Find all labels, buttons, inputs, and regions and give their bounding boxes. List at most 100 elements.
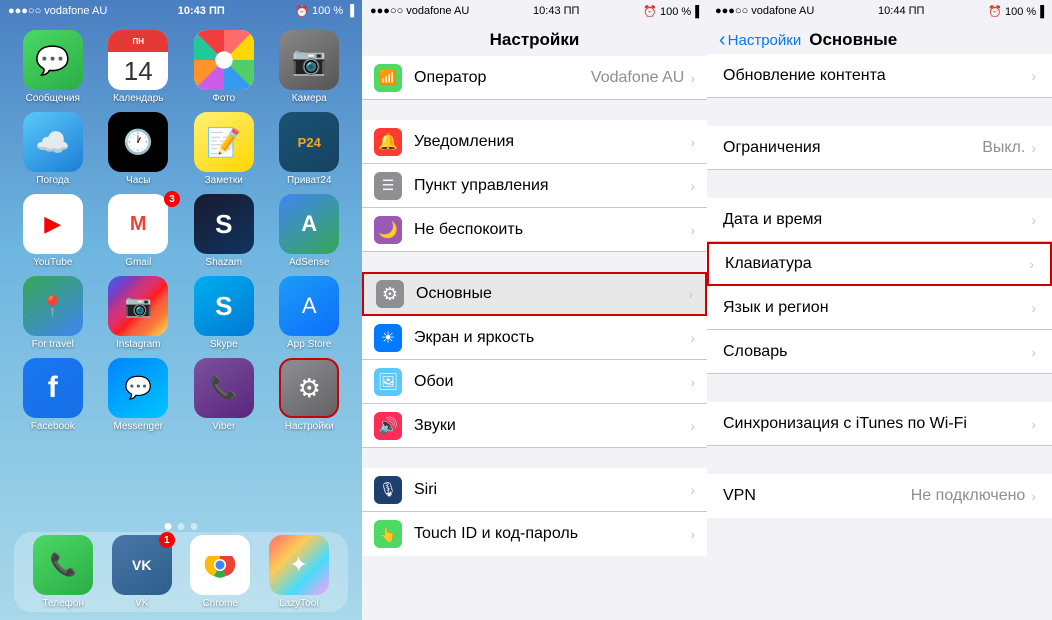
general-row-restrictions[interactable]: Ограничения Выкл. ›	[707, 126, 1052, 170]
app-youtube[interactable]: ▶ YouTube	[14, 194, 92, 268]
chrome-icon	[190, 535, 250, 595]
operator-chevron: ›	[690, 70, 695, 86]
app-notes[interactable]: 📝 Заметки	[185, 112, 263, 186]
touchid-chevron: ›	[690, 526, 695, 542]
app-facebook[interactable]: f Facebook	[14, 358, 92, 432]
settings-row-donotdisturb[interactable]: 🌙 Не беспокоить ›	[362, 208, 707, 252]
general-chevron: ›	[688, 286, 693, 302]
app-calendar[interactable]: ПН 14 Календарь	[100, 30, 178, 104]
notifications-chevron: ›	[690, 134, 695, 150]
itunes-wifi-label: Синхронизация с iTunes по Wi-Fi	[723, 415, 1031, 433]
app-clock[interactable]: 🕐 Часы	[100, 112, 178, 186]
back-button[interactable]: ‹ Настройки	[719, 30, 801, 50]
settings-list: 📶 Оператор Vodafone AU › 🔔 Уведомления ›…	[362, 56, 707, 620]
settings-row-display[interactable]: ☀ Экран и яркость ›	[362, 316, 707, 360]
home-battery: ⏰ 100 % ▐	[295, 5, 354, 18]
general-row-itunes-wifi[interactable]: Синхронизация с iTunes по Wi-Fi ›	[707, 402, 1052, 446]
sounds-label: Звуки	[414, 417, 690, 435]
home-screen: ●●●○○ vodafone AU 10:43 ПП ⏰ 100 % ▐ 💬 С…	[0, 0, 362, 620]
back-label: Настройки	[728, 32, 802, 49]
dock-phone[interactable]: 📞 Телефон	[33, 535, 93, 609]
battery-icon: ▐	[346, 5, 354, 17]
section-gap-2	[362, 252, 707, 272]
app-privat24[interactable]: P24 Приват24	[271, 112, 349, 186]
dock-lazytool[interactable]: ✦ LazyTool	[269, 535, 329, 609]
app-gmail[interactable]: M 3 Gmail	[100, 194, 178, 268]
lazytool-label: LazyTool	[279, 598, 318, 609]
general-gap-2	[707, 170, 1052, 198]
settings-carrier: ●●●○○ vodafone AU	[370, 5, 469, 17]
privat24-label: Приват24	[287, 175, 332, 186]
gmail-badge: 3	[164, 191, 180, 207]
general-carrier: ●●●○○ vodafone AU	[715, 5, 814, 17]
general-status-bar: ●●●○○ vodafone AU 10:44 ПП ⏰ 100 %▐	[707, 0, 1052, 22]
app-instagram[interactable]: 📷 Instagram	[100, 276, 178, 350]
wallpaper-chevron: ›	[690, 374, 695, 390]
vk-label: VK	[135, 598, 148, 609]
siri-chevron: ›	[690, 482, 695, 498]
dock-vk[interactable]: VK 1 VK	[112, 535, 172, 609]
general-row-datetime[interactable]: Дата и время ›	[707, 198, 1052, 242]
general-nav-bar: ‹ Настройки Основные	[707, 22, 1052, 54]
app-maps[interactable]: 📍 For travel	[14, 276, 92, 350]
clock-icon: 🕐	[108, 112, 168, 172]
app-weather[interactable]: ☁️ Погода	[14, 112, 92, 186]
touchid-icon: 👆	[374, 520, 402, 548]
app-settings[interactable]: ⚙ Настройки	[271, 358, 349, 432]
settings-row-general[interactable]: ⚙ Основные ›	[362, 272, 707, 316]
notifications-label: Уведомления	[414, 133, 690, 151]
language-label: Язык и регион	[723, 299, 1031, 317]
operator-label: Оператор	[414, 69, 591, 87]
app-shazam[interactable]: S Shazam	[185, 194, 263, 268]
back-chevron-icon: ‹	[719, 30, 726, 50]
datetime-label: Дата и время	[723, 211, 1031, 229]
general-row-vpn[interactable]: VPN Не подключено ›	[707, 474, 1052, 518]
app-camera[interactable]: 📷 Камера	[271, 30, 349, 104]
notifications-icon: 🔔	[374, 128, 402, 156]
app-viber[interactable]: 📞 Viber	[185, 358, 263, 432]
siri-icon: 🎙	[374, 476, 402, 504]
dictionary-label: Словарь	[723, 343, 1031, 361]
general-row-language[interactable]: Язык и регион ›	[707, 286, 1052, 330]
general-row-keyboard[interactable]: Клавиатура ›	[707, 242, 1052, 286]
wallpaper-icon: 🖼	[374, 368, 402, 396]
app-adsense[interactable]: A AdSense	[271, 194, 349, 268]
notes-icon: 📝	[194, 112, 254, 172]
general-row-content-update[interactable]: Обновление контента ›	[707, 54, 1052, 98]
general-alarm-icon: ⏰	[988, 6, 1002, 18]
settings-row-controlcenter[interactable]: ☰ Пункт управления ›	[362, 164, 707, 208]
weather-icon: ☁️	[23, 112, 83, 172]
dock: 📞 Телефон VK 1 VK Chrome	[14, 532, 348, 612]
display-chevron: ›	[690, 330, 695, 346]
camera-icon: 📷	[279, 30, 339, 90]
settings-panel: ●●●○○ vodafone AU 10:43 ПП ⏰ 100 %▐ Наст…	[362, 0, 707, 620]
settings-row-siri[interactable]: 🎙 Siri ›	[362, 468, 707, 512]
dock-chrome[interactable]: Chrome	[190, 535, 250, 609]
app-photos[interactable]: Фото	[185, 30, 263, 104]
viber-icon: 📞	[194, 358, 254, 418]
appstore-icon: A	[279, 276, 339, 336]
settings-time: 10:43 ПП	[533, 5, 579, 17]
settings-row-wallpaper[interactable]: 🖼 Обои ›	[362, 360, 707, 404]
vk-badge: 1	[159, 532, 175, 548]
settings-row-sounds[interactable]: 🔊 Звуки ›	[362, 404, 707, 448]
general-row-dictionary[interactable]: Словарь ›	[707, 330, 1052, 374]
app-messages[interactable]: 💬 Сообщения	[14, 30, 92, 104]
notes-label: Заметки	[205, 175, 243, 186]
general-title: Основные	[809, 30, 897, 50]
dot-2	[178, 523, 185, 530]
controlcenter-label: Пункт управления	[414, 177, 690, 195]
viber-label: Viber	[212, 421, 235, 432]
settings-row-notifications[interactable]: 🔔 Уведомления ›	[362, 120, 707, 164]
general-gap-1	[707, 98, 1052, 126]
keyboard-label: Клавиатура	[725, 255, 1029, 273]
touchid-label: Touch ID и код-пароль	[414, 525, 690, 543]
adsense-label: AdSense	[289, 257, 330, 268]
app-skype[interactable]: S Skype	[185, 276, 263, 350]
sounds-chevron: ›	[690, 418, 695, 434]
settings-row-touchid[interactable]: 👆 Touch ID и код-пароль ›	[362, 512, 707, 556]
app-appstore[interactable]: A App Store	[271, 276, 349, 350]
app-messenger[interactable]: 💬 Messenger	[100, 358, 178, 432]
home-time: 10:43 ПП	[178, 5, 225, 17]
settings-row-operator[interactable]: 📶 Оператор Vodafone AU ›	[362, 56, 707, 100]
